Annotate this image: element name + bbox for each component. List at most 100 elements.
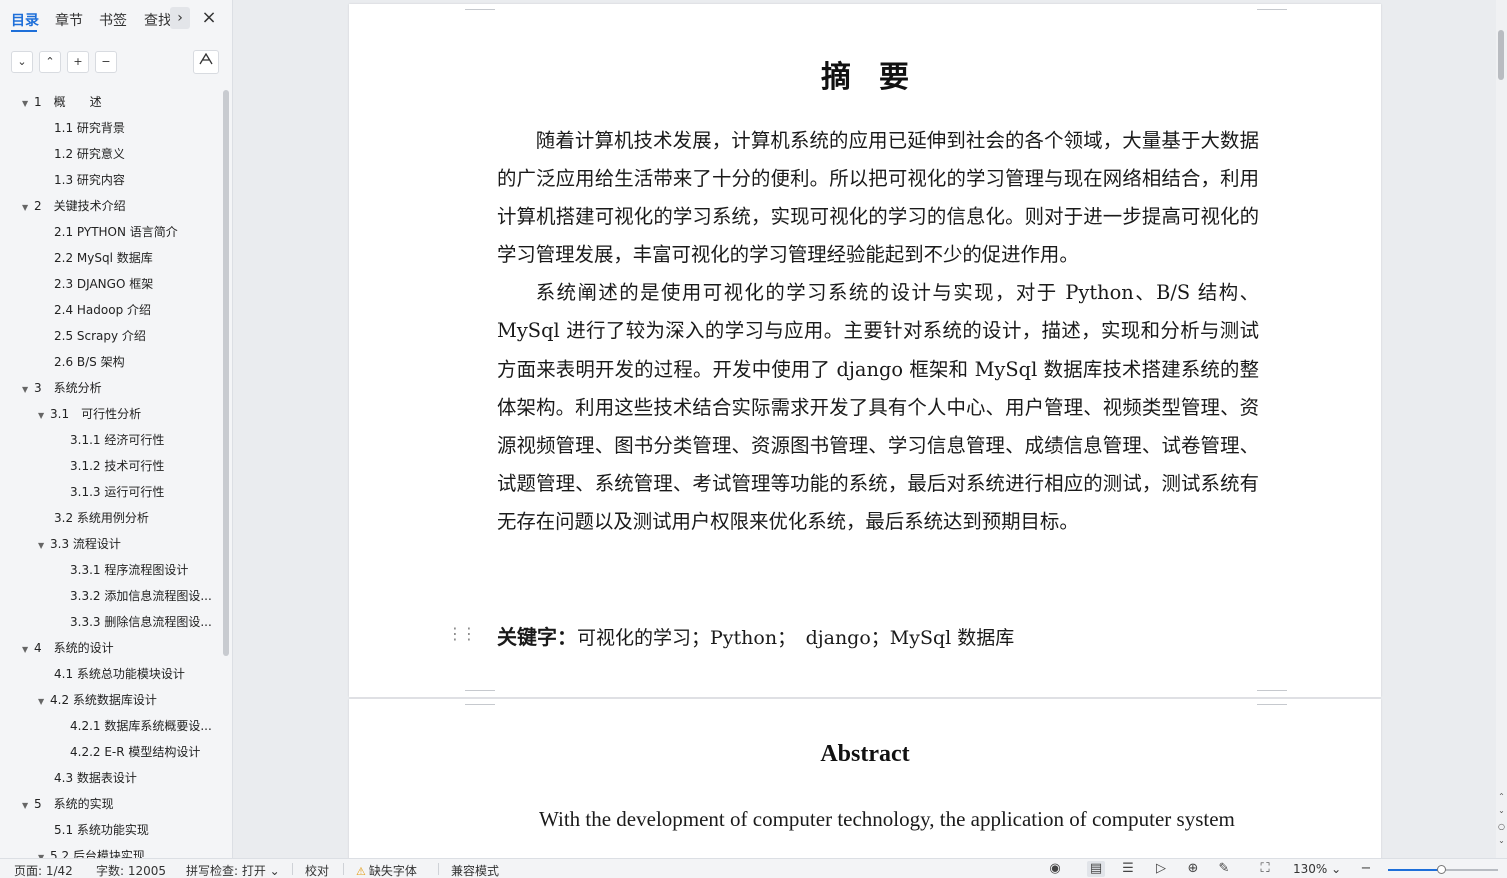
toc-item-label: 5.2 后台模块实现 (50, 849, 145, 858)
eye-icon[interactable]: ◉ (1046, 861, 1064, 877)
paragraph[interactable]: 系统阐述的是使用可视化的学习系统的设计与实现，对于 Python、B/S 结构、… (497, 274, 1259, 541)
chevron-down-icon[interactable]: ⌄ (11, 51, 33, 73)
caret-down-icon[interactable]: ▼ (22, 640, 34, 660)
outline-view-icon[interactable]: ☰ (1119, 861, 1137, 877)
chevron-up-icon[interactable]: ⌃ (39, 51, 61, 73)
toc-item[interactable]: ▼ 4.2 系统数据库设计 (38, 690, 157, 710)
zoom-slider-knob[interactable] (1436, 865, 1446, 874)
chevron-down-icon[interactable]: ⌄ (1496, 836, 1507, 845)
toc-item[interactable]: 1.1 研究背景 (38, 118, 125, 138)
toc-item[interactable]: 3.3.3 删除信息流程图设... (54, 612, 212, 632)
toc-item[interactable]: 4.2.2 E-R 模型结构设计 (54, 742, 200, 762)
toc-item[interactable]: 2.2 MySql 数据库 (38, 248, 153, 268)
toc-item-label: 2.1 PYTHON 语言简介 (54, 225, 178, 239)
toc-item-label: 3.1.2 技术可行性 (70, 459, 165, 473)
caret-down-icon[interactable]: ▼ (38, 692, 50, 712)
document-scrollbar[interactable]: ⌃ ⌄ ○ ⌄ (1496, 0, 1507, 858)
toc-item[interactable]: 2.3 DJANGO 框架 (38, 274, 153, 294)
tab-toc[interactable]: 目录 (11, 10, 39, 30)
toc-item-label: 2 关键技术介绍 (34, 199, 126, 213)
proofread-button[interactable]: 校对 (305, 862, 329, 878)
caret-down-icon[interactable]: ▼ (38, 536, 50, 556)
toc-item[interactable]: ▼ 3.1 可行性分析 (38, 404, 141, 424)
toc-item[interactable]: ▼ 2 关键技术介绍 (22, 196, 126, 216)
spellcheck-toggle[interactable]: 拼写检查: 打开 ⌄ (186, 862, 280, 878)
zoom-slider[interactable] (1388, 865, 1498, 874)
toc-item-label: 1 概 述 (34, 95, 102, 109)
globe-icon[interactable]: ⊕ (1184, 861, 1202, 877)
toc-item[interactable]: 2.5 Scrapy 介绍 (38, 326, 146, 346)
nav-tabs: 目录 章节 书签 查找 › × (0, 0, 232, 40)
abstract-cn-body[interactable]: 随着计算机技术发展，计算机系统的应用已延伸到社会的各个领域，大量基于大数据的广泛… (497, 122, 1259, 541)
page-indicator[interactable]: 页面: 1/42 (14, 862, 73, 878)
document-page[interactable]: Abstract With the development of compute… (349, 699, 1381, 858)
toc-item[interactable]: 3.2 系统用例分析 (38, 508, 149, 528)
tab-find[interactable]: 查找 (144, 10, 172, 30)
toc-item[interactable]: 3.1.3 运行可行性 (54, 482, 164, 502)
circle-icon[interactable]: ○ (1496, 822, 1507, 831)
caret-down-icon[interactable]: ▼ (22, 94, 34, 114)
toc-item[interactable]: ▼ 1 概 述 (22, 92, 102, 112)
close-icon[interactable]: × (199, 7, 219, 29)
toc-item[interactable]: 3.1.2 技术可行性 (54, 456, 164, 476)
toc-item-label: 3.2 系统用例分析 (54, 511, 149, 525)
toc-item[interactable]: 1.3 研究内容 (38, 170, 125, 190)
tab-chapters[interactable]: 章节 (55, 10, 83, 30)
pen-icon[interactable]: ✎ (1215, 861, 1233, 877)
toc-scrollbar[interactable] (223, 90, 229, 656)
toc-item[interactable]: 2.4 Hadoop 介绍 (38, 300, 151, 320)
toc-item-label: 3.3.2 添加信息流程图设... (70, 589, 212, 603)
chevron-down-icon[interactable]: ⌄ (1496, 806, 1507, 815)
toc-item[interactable]: 5.1 系统功能实现 (38, 820, 149, 840)
missing-font-label: 缺失字体 (368, 864, 417, 878)
page-corner-mark (465, 699, 495, 705)
caret-down-icon[interactable]: ▼ (38, 848, 50, 858)
toc-item[interactable]: 3.3.2 添加信息流程图设... (54, 586, 212, 606)
missing-font-button[interactable]: ⚠ 缺失字体 (356, 862, 417, 878)
page-view-icon[interactable]: ▤ (1087, 861, 1105, 877)
abstract-en-body[interactable]: With the development of computer technol… (497, 807, 1259, 832)
paragraph[interactable]: 随着计算机技术发展，计算机系统的应用已延伸到社会的各个领域，大量基于大数据的广泛… (497, 122, 1259, 274)
toc-item[interactable]: 2.1 PYTHON 语言简介 (38, 222, 178, 242)
fit-screen-icon[interactable]: ⛶ (1256, 861, 1274, 877)
play-icon[interactable]: ▷ (1152, 861, 1170, 877)
chevron-right-icon[interactable]: › (170, 7, 190, 29)
toc-item-label: 4.2.1 数据库系统概要设... (70, 719, 212, 733)
toc-item[interactable]: 4.3 数据表设计 (38, 768, 137, 788)
caret-down-icon[interactable]: ▼ (22, 380, 34, 400)
toc-item-label: 3.3.3 删除信息流程图设... (70, 615, 212, 629)
zoom-out-icon[interactable]: − (1357, 861, 1375, 877)
toc-item-label: 1.2 研究意义 (54, 147, 125, 161)
toc-item[interactable]: ▼ 3 系统分析 (22, 378, 102, 398)
toc-item[interactable]: 3.3.1 程序流程图设计 (54, 560, 188, 580)
caret-down-icon[interactable]: ▼ (22, 796, 34, 816)
toc-item[interactable]: 3.1.1 经济可行性 (54, 430, 164, 450)
toc-item[interactable]: 1.2 研究意义 (38, 144, 125, 164)
minus-icon[interactable]: − (95, 51, 117, 73)
toc-item[interactable]: ▼ 5.2 后台模块实现 (38, 846, 145, 858)
keywords-line[interactable]: 关键字：可视化的学习；Python； django；MySql 数据库 (497, 621, 1014, 650)
page-corner-mark (465, 4, 495, 10)
toc-item-label: 1.1 研究背景 (54, 121, 125, 135)
document-page[interactable]: 摘要 随着计算机技术发展，计算机系统的应用已延伸到社会的各个领域，大量基于大数据… (349, 4, 1381, 697)
toc-item[interactable]: 4.1 系统总功能模块设计 (38, 664, 185, 684)
zoom-slider-fill (1388, 869, 1441, 871)
smart-toc-icon[interactable] (193, 50, 219, 74)
toc-item[interactable]: 2.6 B/S 架构 (38, 352, 125, 372)
toc-item[interactable]: 4.2.1 数据库系统概要设... (54, 716, 212, 736)
document-canvas[interactable]: 摘要 随着计算机技术发展，计算机系统的应用已延伸到社会的各个领域，大量基于大数据… (234, 0, 1496, 858)
zoom-level[interactable]: 130% ⌄ (1293, 862, 1341, 876)
toc-item[interactable]: ▼ 4 系统的设计 (22, 638, 114, 658)
drag-handle-icon[interactable]: ⋮⋮ (447, 624, 477, 643)
caret-down-icon[interactable]: ▼ (38, 406, 50, 426)
plus-icon[interactable]: + (67, 51, 89, 73)
scrollbar-thumb[interactable] (1498, 30, 1504, 80)
toc-item-label: 3.1.1 经济可行性 (70, 433, 165, 447)
tab-bookmarks[interactable]: 书签 (99, 10, 127, 30)
chevron-up-icon[interactable]: ⌃ (1496, 792, 1507, 801)
caret-down-icon[interactable]: ▼ (22, 198, 34, 218)
toc-item-label: 5 系统的实现 (34, 797, 114, 811)
toc-item[interactable]: ▼ 5 系统的实现 (22, 794, 114, 814)
toc-item[interactable]: ▼ 3.3 流程设计 (38, 534, 121, 554)
word-count[interactable]: 字数: 12005 (96, 862, 166, 878)
